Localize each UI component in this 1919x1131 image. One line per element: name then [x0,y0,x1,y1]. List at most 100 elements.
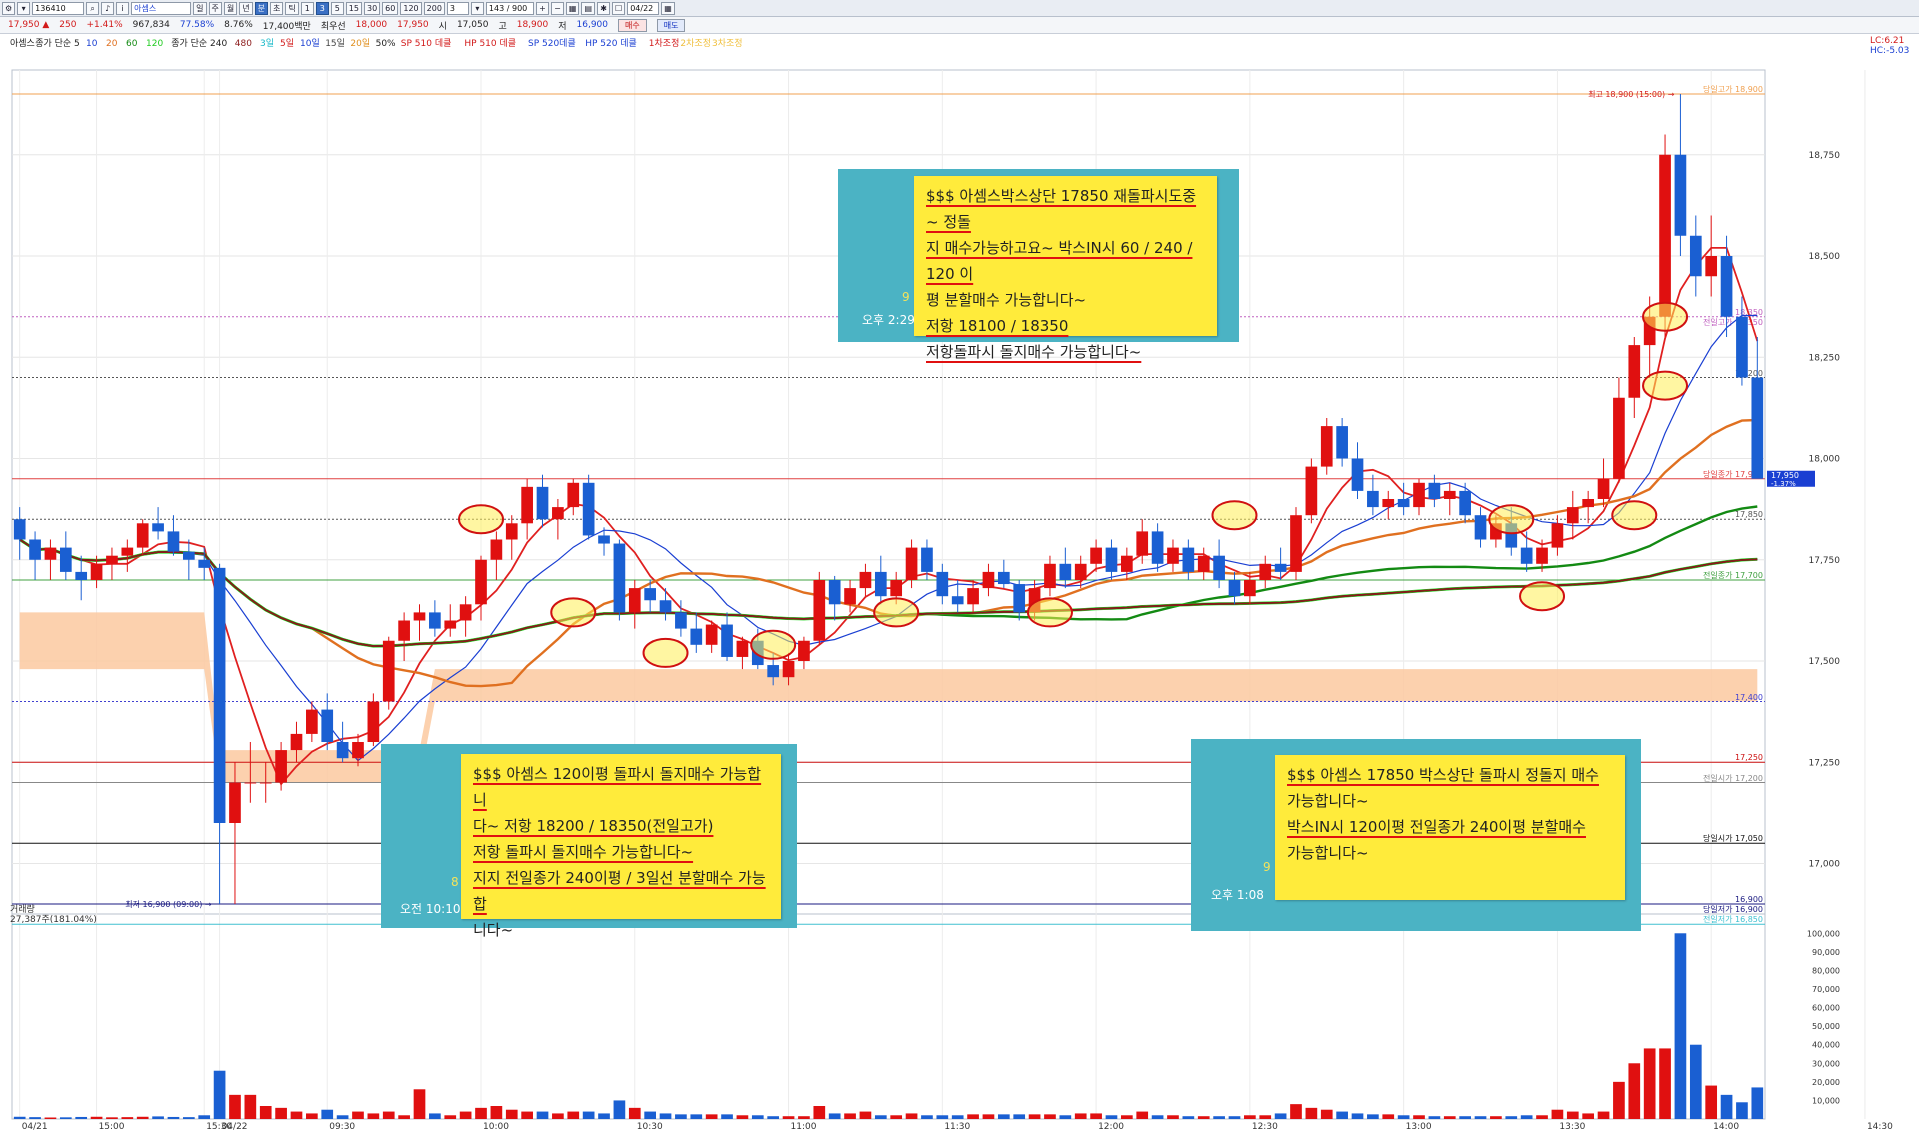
candle-body [905,547,918,580]
time-tick-label: 04/22 [222,1122,248,1131]
volume-bar [1490,1116,1502,1119]
volume-bar [336,1115,349,1119]
minute-60[interactable]: 60 [382,1,399,15]
level-label: 전일시가 17,200 [1703,773,1763,783]
callout-right: $$$ 아셈스 17850 박스상단 돌파시 정돌지 매수 가능합니다~ 박스I… [1191,739,1641,931]
volume-panel-title: 거래량 [10,903,35,915]
candle-body [275,750,287,783]
callout-top-line: 지 매수가능하고요~ 박스IN시 60 / 240 / 120 이 [926,239,1193,283]
candle-body [1536,547,1548,564]
time-tick-label: 13:00 [1406,1122,1432,1131]
candle-body [675,612,687,629]
volume-bar [1197,1116,1210,1119]
interval-dropdown-icon[interactable]: ▾ [470,1,484,15]
volume-bar [1551,1109,1564,1119]
volume-bar [536,1111,549,1119]
gear-icon[interactable]: ✱ [597,1,611,15]
level-label: 17,400 [1735,693,1763,702]
price-change-pct: +1.41% [86,20,123,30]
volume-bar [1274,1113,1287,1119]
candle-body [1428,482,1441,499]
zoom-out-icon[interactable]: − [550,1,564,15]
candle-body [613,543,626,613]
candle-body [1443,490,1456,499]
candle-body [1459,490,1471,516]
highlight-marker [642,637,689,668]
volume-bar [244,1094,257,1119]
minute-15[interactable]: 15 [345,1,362,15]
callout-left-message: $$$ 아셈스 120이평 돌파시 돌지매수 가능합니 다~ 저항 18200 … [461,754,781,939]
calendar-icon[interactable]: ▦ [661,1,675,15]
zoom-in-icon[interactable]: + [535,1,549,15]
count-field[interactable]: 143 / 900 [485,1,534,15]
highlight-marker [750,629,797,660]
candle-body [290,733,303,751]
period-week[interactable]: 주 [208,1,222,15]
candle-body [1613,397,1625,479]
minute-5[interactable]: 5 [330,1,344,15]
volume-bar [936,1115,949,1119]
period-second[interactable]: 초 [270,1,284,15]
level-label: 당일시가 17,050 [1703,833,1763,843]
candle-body [1566,507,1579,524]
settings-icon[interactable]: ⚙ [2,1,16,15]
quote-bar: 17,950 ▲ 250 +1.41% 967,834 77.58% 8.76%… [0,17,1919,34]
volume-panel-value: 27,387주(181.04%) [10,914,97,925]
corner-indicator-hc: HC:-5.03 [1870,46,1909,56]
candle-body [1382,499,1395,508]
volume-bar [721,1114,733,1119]
candle-body [582,482,595,536]
period-day[interactable]: 일 [193,1,207,15]
minute-30[interactable]: 30 [363,1,381,15]
date-field[interactable]: 04/22 [627,1,660,15]
stock-name-field[interactable]: 아셈스 [131,1,192,15]
volume-bar [1613,1081,1625,1119]
highlight-marker [458,504,505,535]
period-month[interactable]: 월 [223,1,238,15]
candle-body [598,535,610,544]
candle-body [1228,580,1241,597]
print-icon[interactable]: ▤ [581,1,596,15]
minute-1[interactable]: 1 [300,1,314,15]
search-icon[interactable]: ⌕ [86,1,100,15]
volume-bar [475,1107,487,1119]
callout-left-line: 지지 전일종가 240이평 / 3일선 분할매수 가능합 [473,869,766,913]
period-tick[interactable]: 틱 [285,1,299,15]
info-icon[interactable]: i [116,1,130,15]
volume-bar [1428,1116,1441,1119]
grid-icon[interactable]: ▦ [565,1,580,15]
candle-body [690,628,703,645]
volume-bar [613,1100,626,1119]
minute-3[interactable]: 3 [315,1,329,15]
candle-body [936,571,949,597]
volume-bar [1736,1102,1748,1119]
minute-200[interactable]: 200 [423,1,445,15]
speaker-icon[interactable]: ♪ [101,1,115,15]
volume-bar [798,1116,810,1119]
legend-item: 10일 [300,38,320,49]
period-minute[interactable]: 분 [254,1,269,15]
volume-bar [1705,1085,1718,1119]
candle-body [1551,523,1564,548]
candle-body [1720,256,1733,317]
candle-body [1351,458,1364,491]
checkbox[interactable]: ☐ [612,1,626,15]
highlight-marker [1211,500,1258,531]
minute-120[interactable]: 120 [400,1,422,15]
volume-bar [459,1111,472,1119]
volume-bar [1320,1109,1333,1119]
candle-body [1597,478,1610,499]
sell-button[interactable]: 매도 [656,18,686,32]
buy-button[interactable]: 매수 [618,18,647,32]
dropdown-icon[interactable]: ▾ [17,1,31,15]
level-label: 17,250 [1735,753,1763,762]
stock-code-input[interactable] [32,1,85,15]
candle-body [1121,555,1133,572]
candle-body [921,547,933,572]
volume-bar [1720,1094,1733,1119]
volume-bar [1182,1116,1195,1119]
highlight-marker [873,597,920,628]
interval-input[interactable] [446,1,469,15]
period-year[interactable]: 년 [239,1,253,15]
volume-bar [505,1109,518,1119]
